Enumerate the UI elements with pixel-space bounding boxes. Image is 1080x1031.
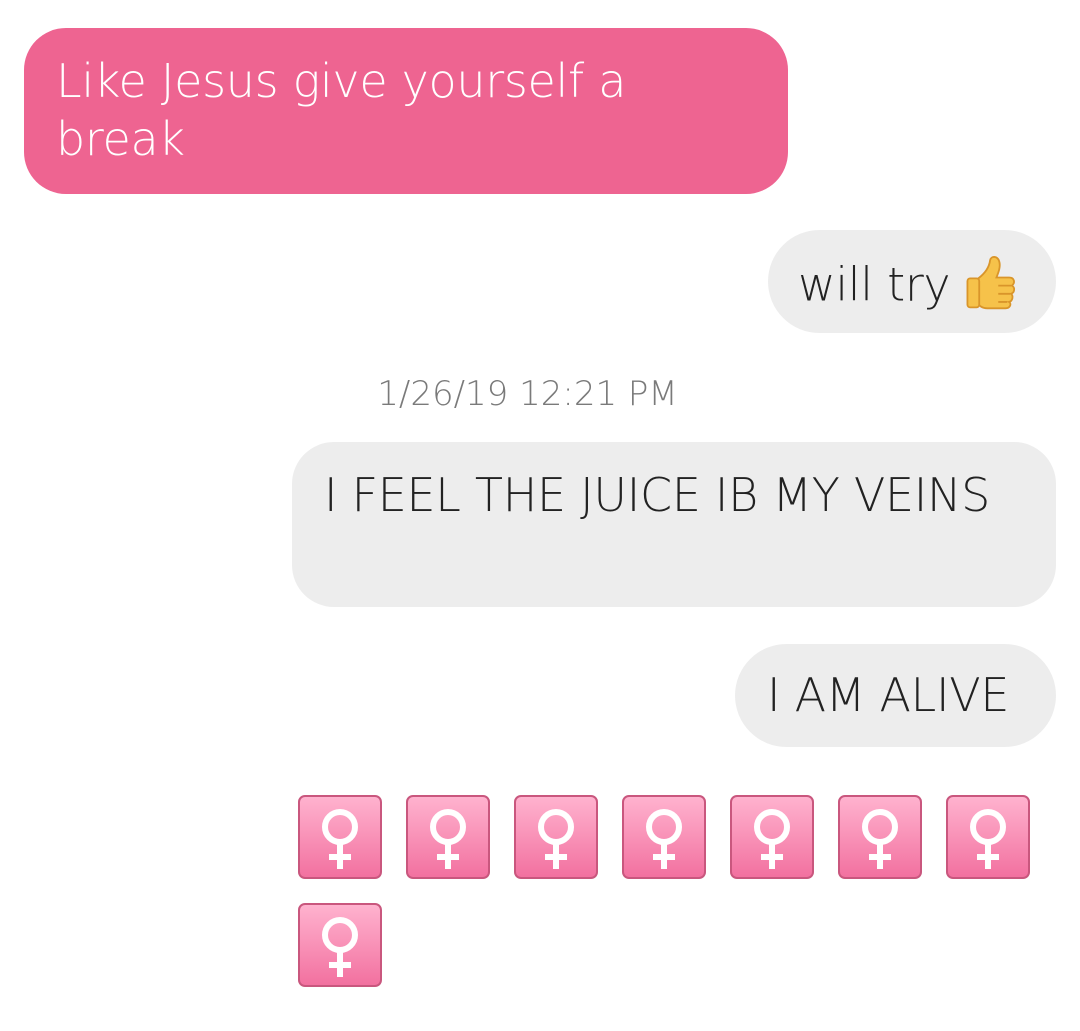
female-sign-icon [298, 795, 382, 879]
outgoing-message-bubble[interactable]: will try [768, 230, 1056, 333]
message-timestamp: 1/26/19 12:21 PM [377, 374, 678, 414]
thumbs-up-icon [966, 255, 1016, 309]
incoming-message-bubble[interactable]: Like Jesus give yourself a break [24, 28, 788, 194]
female-sign-icon [406, 795, 490, 879]
female-sign-icon [298, 903, 382, 987]
outgoing-message-bubble[interactable]: I FEEL THE JUICE IB MY VEINS [292, 442, 1056, 607]
outgoing-message-bubble[interactable]: I AM ALIVE [735, 644, 1056, 747]
female-sign-icon [622, 795, 706, 879]
female-sign-icon [514, 795, 598, 879]
message-text: I FEEL THE JUICE IB MY VEINS [324, 468, 991, 522]
female-sign-icon [838, 795, 922, 879]
message-text: I AM ALIVE [767, 668, 1010, 722]
message-text: Like Jesus give yourself a break [56, 54, 627, 166]
female-sign-icon [946, 795, 1030, 879]
message-text: will try [798, 257, 951, 312]
female-sign-icon [730, 795, 814, 879]
